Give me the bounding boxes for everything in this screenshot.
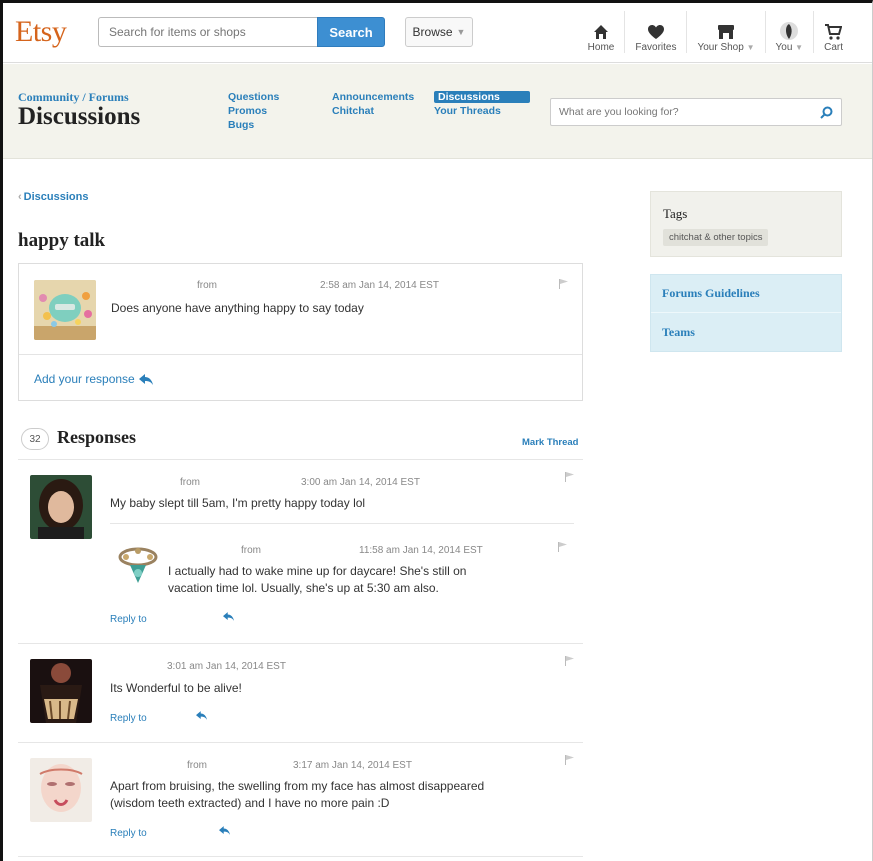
nav-home-label: Home <box>587 42 615 53</box>
nav-you-label: You ▼ <box>775 42 804 53</box>
caret-down-icon: ▼ <box>456 27 466 37</box>
divider <box>110 523 574 524</box>
forum-search-input[interactable] <box>551 99 801 125</box>
site-header: Etsy Search Browse ▼ Home Favorites Your… <box>3 3 872 63</box>
reply-to-link[interactable]: Reply to <box>110 713 147 724</box>
home-icon <box>594 25 608 39</box>
back-to-discussions-link[interactable]: ‹ Discussions <box>18 191 88 203</box>
response-text-line-1: Apart from bruising, the swelling from m… <box>110 779 485 793</box>
nav-cart-label: Cart <box>824 42 843 53</box>
forum-link-your-threads[interactable]: Your Threads <box>434 105 534 117</box>
nav-you[interactable]: You ▼ <box>766 11 815 53</box>
response-text: My baby slept till 5am, I'm pretty happy… <box>110 496 366 510</box>
forum-search <box>550 98 842 126</box>
back-label: Discussions <box>23 191 89 203</box>
divider <box>18 742 583 743</box>
etsy-logo[interactable]: Etsy <box>15 15 67 49</box>
nav-your-shop[interactable]: Your Shop ▼ <box>687 11 766 53</box>
response-text-line-2: (wisdom teeth extracted) and I have no m… <box>110 796 390 810</box>
reply-text-line-1: I actually had to wake mine up for dayca… <box>168 564 467 578</box>
mark-thread-link[interactable]: Mark Thread <box>522 437 579 448</box>
reply-avatar[interactable] <box>114 543 162 591</box>
divider <box>19 354 582 355</box>
forum-nav: Questions Announcements Discussions Prom… <box>228 91 534 131</box>
reply-arrow-icon[interactable] <box>219 826 230 835</box>
divider <box>18 856 583 857</box>
nav-cart[interactable]: Cart <box>814 11 853 53</box>
response-avatar[interactable] <box>30 659 92 723</box>
page-title: Discussions <box>18 103 141 130</box>
search-button[interactable]: Search <box>317 17 385 47</box>
nav-home[interactable]: Home <box>578 11 626 53</box>
header-nav: Home Favorites Your Shop ▼ You ▼ Cart <box>578 11 853 53</box>
nav-favorites[interactable]: Favorites <box>625 11 688 53</box>
shop-icon <box>717 25 734 39</box>
response-avatar[interactable] <box>30 475 92 539</box>
response-timestamp: 3:01 am Jan 14, 2014 EST <box>167 661 286 672</box>
forum-link-questions[interactable]: Questions <box>228 91 332 103</box>
forum-subheader: Community / Forums Discussions Questions… <box>3 64 872 159</box>
op-text: Does anyone have anything happy to say t… <box>111 301 364 315</box>
original-post: from 2:58 am Jan 14, 2014 EST Does anyon… <box>18 263 583 401</box>
cart-icon <box>825 24 843 40</box>
browse-label: Browse <box>412 25 453 39</box>
add-response-link[interactable]: Add your response <box>34 372 153 386</box>
responses-title: Responses <box>57 427 137 447</box>
op-avatar[interactable] <box>34 280 96 340</box>
response-timestamp: 3:17 am Jan 14, 2014 EST <box>293 760 412 771</box>
flag-icon[interactable] <box>559 279 568 289</box>
op-from: from <box>197 280 217 291</box>
divider <box>18 643 583 644</box>
reply-to-link[interactable]: Reply to <box>110 614 147 625</box>
reply-timestamp: 11:58 am Jan 14, 2014 EST <box>359 545 483 556</box>
add-response-label: Add your response <box>34 372 135 386</box>
flag-icon[interactable] <box>565 472 574 482</box>
forum-link-promos[interactable]: Promos <box>228 105 332 117</box>
flag-icon[interactable] <box>565 755 574 765</box>
response-text: Its Wonderful to be alive! <box>110 681 242 695</box>
chevron-left-icon: ‹ <box>18 191 22 203</box>
reply-arrow-icon[interactable] <box>196 711 207 720</box>
heart-icon <box>647 25 664 39</box>
forum-link-announcements[interactable]: Announcements <box>332 91 434 103</box>
thread-title: happy talk <box>18 230 106 251</box>
reply-to-link[interactable]: Reply to <box>110 828 147 839</box>
flag-icon[interactable] <box>565 656 574 666</box>
reply-arrow-icon[interactable] <box>223 612 234 621</box>
response-from: from <box>187 760 207 771</box>
forum-link-bugs[interactable]: Bugs <box>228 119 332 131</box>
reply-text-line-2: vacation time lol. Usually, she's up at … <box>168 581 439 595</box>
response-from: from <box>180 477 200 488</box>
nav-favorites-label: Favorites <box>635 42 677 53</box>
flag-icon[interactable] <box>558 542 567 552</box>
avatar-icon <box>780 22 799 40</box>
site-search-input[interactable] <box>98 17 318 47</box>
page-frame: Etsy Search Browse ▼ Home Favorites Your… <box>0 0 873 861</box>
sidebar-links: Forums Guidelines Teams <box>650 274 842 352</box>
sidebar-link-forums-guidelines[interactable]: Forums Guidelines <box>651 275 841 313</box>
response-timestamp: 3:00 am Jan 14, 2014 EST <box>301 477 420 488</box>
nav-your-shop-label: Your Shop ▼ <box>697 42 755 53</box>
search-icon[interactable] <box>820 106 833 119</box>
reply-from: from <box>241 545 261 556</box>
tags-panel: Tags chitchat & other topics <box>650 191 842 257</box>
response-count-badge: 32 <box>21 428 49 450</box>
op-timestamp: 2:58 am Jan 14, 2014 EST <box>320 280 439 291</box>
browse-button[interactable]: Browse ▼ <box>405 17 473 47</box>
forum-link-discussions[interactable]: Discussions <box>434 91 530 103</box>
response-avatar[interactable] <box>30 758 92 822</box>
reply-arrow-icon <box>138 373 153 385</box>
tags-title: Tags <box>663 206 688 221</box>
sidebar-link-teams[interactable]: Teams <box>651 313 841 351</box>
tag-chip[interactable]: chitchat & other topics <box>663 229 769 246</box>
divider <box>18 459 583 460</box>
forum-link-chitchat[interactable]: Chitchat <box>332 105 434 117</box>
